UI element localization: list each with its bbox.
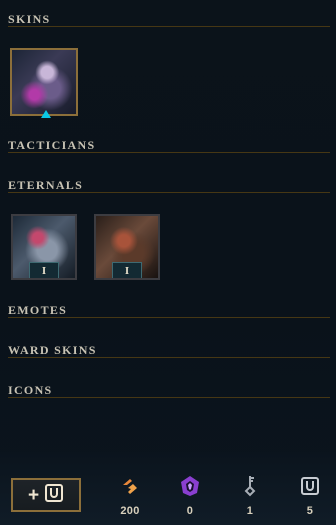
eternal-series-badge: I [112,262,142,278]
skins-section: SKINS [8,11,330,27]
orange-essence-amount: 200 [120,505,140,517]
eternals-section-title: ETERNALS [8,177,330,193]
ward-skins-section: WARD SKINS [8,342,330,358]
mythic-essence-amount: 0 [186,505,194,517]
add-chest-button[interactable]: + [11,478,81,512]
ward-skins-section-title: WARD SKINS [8,342,330,358]
orange-essence-counter: 200 [110,475,150,517]
eternal-series-badge: I [29,262,59,278]
orange-essence-icon [110,475,150,497]
mythic-essence-icon [170,475,210,497]
emotes-section: EMOTES [8,302,330,318]
plus-label: + [27,484,40,506]
chest-counter: 5 [290,475,330,517]
eternals-section: ETERNALS [8,177,330,193]
chest-icon [44,483,64,508]
chroma-indicator-icon [41,110,51,118]
chest-icon [290,475,330,497]
skins-section-title: SKINS [8,11,330,27]
key-amount: 1 [246,505,254,517]
eternal-tile[interactable]: I [94,214,160,280]
eternal-tile[interactable]: I [11,214,77,280]
key-counter: 1 [230,475,270,517]
icons-section-title: ICONS [8,382,330,398]
loot-inventory-panel: SKINS TACTICIANS ETERNALS I I EMOTES WAR… [0,0,336,525]
tacticians-section-title: TACTICIANS [8,137,330,153]
tacticians-section: TACTICIANS [8,137,330,153]
skin-tile[interactable] [10,48,78,116]
chest-amount: 5 [306,505,314,517]
skin-artwork [12,50,76,114]
emotes-section-title: EMOTES [8,302,330,318]
key-icon [230,475,270,497]
mythic-essence-counter: 0 [170,475,210,517]
icons-section: ICONS [8,382,330,398]
